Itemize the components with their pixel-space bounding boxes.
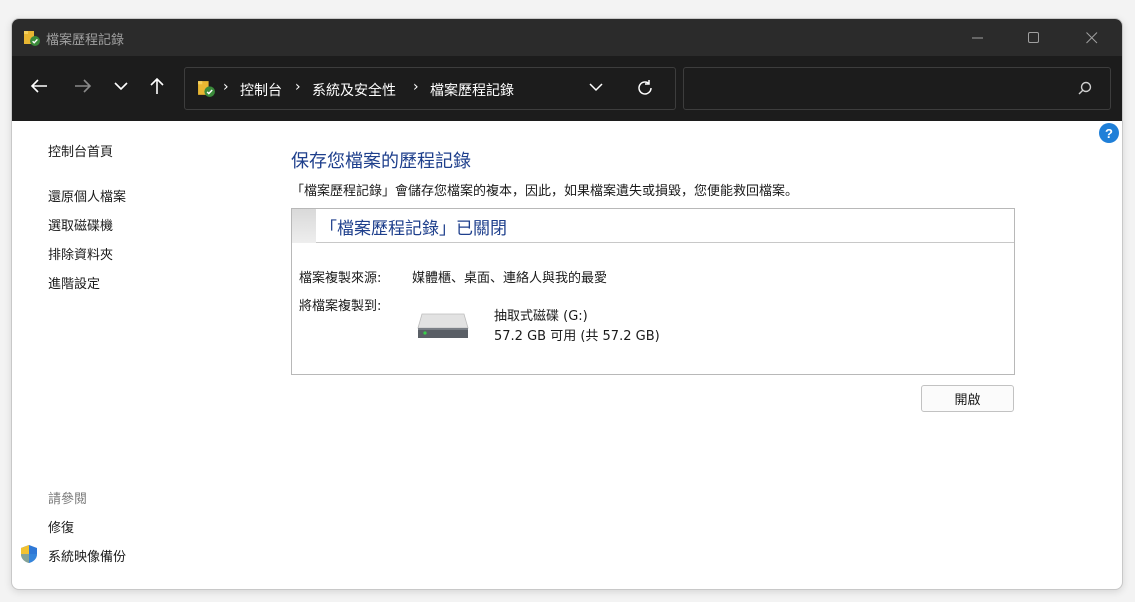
source-label: 檔案複製來源:: [299, 271, 382, 286]
shield-icon: [21, 545, 37, 563]
status-stripe: [292, 209, 316, 243]
turn-on-button[interactable]: 開啟: [921, 385, 1014, 412]
breadcrumb-system-security[interactable]: 系統及安全性: [312, 80, 396, 100]
help-icon[interactable]: ?: [1099, 123, 1119, 143]
breadcrumb-separator: ›: [223, 79, 229, 95]
recent-locations-button[interactable]: [106, 70, 136, 102]
refresh-button[interactable]: [636, 79, 654, 101]
status-panel: 「檔案歷程記錄」已關閉 檔案複製來源: 媒體櫃、桌面、連絡人與我的最愛 將檔案複…: [291, 208, 1015, 375]
search-box[interactable]: [683, 67, 1111, 110]
window-title: 檔案歷程記錄: [46, 33, 125, 48]
drive-icon: [417, 313, 469, 338]
source-value: 媒體櫃、桌面、連絡人與我的最愛: [412, 271, 608, 286]
sidebar-link-select-drive[interactable]: 選取磁碟機: [48, 215, 113, 234]
up-button[interactable]: [142, 70, 172, 102]
page-description: 「檔案歷程記錄」會儲存您檔案的複本，因此，如果檔案遺失或損毀，您便能救回檔案。: [291, 184, 799, 199]
breadcrumb-separator: ›: [413, 79, 419, 95]
drive-size: 57.2 GB 可用 (共 57.2 GB): [494, 329, 660, 344]
search-icon: [1078, 81, 1092, 95]
back-button[interactable]: [24, 70, 54, 102]
navigation-bar: › 控制台 › 系統及安全性 › 檔案歷程記錄: [12, 56, 1122, 121]
sidebar-link-advanced-settings[interactable]: 進階設定: [48, 273, 100, 292]
up-arrow-icon: [150, 77, 164, 94]
forward-arrow-icon: [75, 79, 92, 93]
refresh-icon: [638, 80, 652, 95]
drive-name: 抽取式磁碟 (G:): [494, 309, 588, 324]
sidebar-link-restore-files[interactable]: 還原個人檔案: [48, 186, 126, 205]
close-icon: [1086, 31, 1098, 43]
breadcrumb-separator: ›: [295, 79, 301, 95]
minimize-button[interactable]: [955, 19, 1001, 56]
sidebar-link-recovery[interactable]: 修復: [48, 517, 74, 536]
back-arrow-icon: [30, 79, 47, 93]
destination-label: 將檔案複製到:: [299, 299, 382, 314]
status-title: 「檔案歷程記錄」已關閉: [320, 219, 507, 239]
folder-icon: [198, 81, 215, 97]
address-dropdown-button[interactable]: [589, 80, 603, 98]
page-title: 保存您檔案的歷程記錄: [291, 151, 471, 172]
address-bar[interactable]: › 控制台 › 系統及安全性 › 檔案歷程記錄: [184, 67, 676, 110]
sidebar-link-system-image-backup[interactable]: 系統映像備份: [48, 546, 126, 565]
close-button[interactable]: [1069, 19, 1115, 56]
breadcrumb-file-history[interactable]: 檔案歷程記錄: [430, 80, 514, 100]
folder-icon: [24, 31, 40, 46]
chevron-down-icon: [589, 83, 603, 92]
chevron-down-icon: [114, 82, 128, 91]
maximize-button[interactable]: [1011, 19, 1057, 56]
minimize-icon: [972, 37, 983, 38]
status-panel-header: 「檔案歷程記錄」已關閉: [292, 209, 1014, 243]
breadcrumb-control-panel[interactable]: 控制台: [240, 80, 282, 100]
window: 檔案歷程記錄 › 控制台 › 系統及安全性 › 檔案歷程記錄 ? 控制台首頁 還…: [11, 18, 1123, 590]
see-also-heading: 請參閱: [48, 492, 88, 507]
sidebar-link-exclude-folders[interactable]: 排除資料夾: [48, 244, 113, 263]
maximize-icon: [1028, 31, 1039, 43]
forward-button[interactable]: [68, 70, 98, 102]
sidebar-link-control-panel-home[interactable]: 控制台首頁: [48, 141, 113, 160]
title-bar: 檔案歷程記錄: [12, 19, 1122, 56]
